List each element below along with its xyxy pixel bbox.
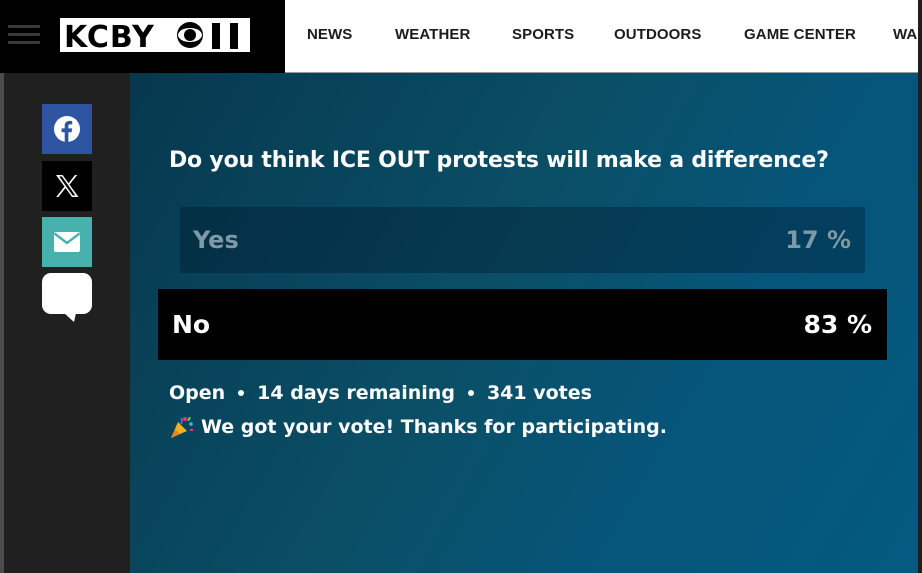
poll-remaining: 14 days remaining <box>257 382 455 404</box>
facebook-share-button[interactable] <box>42 104 92 154</box>
option-percent: 17 % <box>785 226 851 254</box>
option-label: No <box>172 310 211 339</box>
email-icon <box>53 232 81 252</box>
nav-outdoors[interactable]: OUTDOORS <box>614 26 701 43</box>
option-label: Yes <box>193 226 239 254</box>
poll-meta: Open 14 days remaining 341 votes <box>169 382 592 404</box>
poll-votes: 341 votes <box>486 382 592 404</box>
x-share-button[interactable] <box>42 161 92 211</box>
nav-sports[interactable]: SPORTS <box>512 26 574 43</box>
thanks-text: We got your vote! Thanks for participati… <box>201 416 667 438</box>
nav-game-center[interactable]: GAME CENTER <box>744 26 856 43</box>
poll-option-yes[interactable]: Yes 17 % <box>180 207 865 273</box>
option-percent: 83 % <box>803 310 872 339</box>
poll-question: Do you think ICE OUT protests will make … <box>169 148 829 173</box>
comment-button[interactable] <box>42 273 92 323</box>
poll-option-no[interactable]: No 83 % <box>158 289 887 360</box>
kcby-logo[interactable]: KCBY <box>60 18 250 52</box>
nav-watch[interactable]: WA <box>893 26 917 43</box>
facebook-icon <box>54 116 80 142</box>
poll-thanks: We got your vote! Thanks for participati… <box>169 414 667 440</box>
svg-text:KCBY: KCBY <box>64 20 155 52</box>
hamburger-menu-icon[interactable] <box>8 25 40 45</box>
poll-status: Open <box>169 382 226 404</box>
comment-icon <box>42 273 92 322</box>
nav-news[interactable]: NEWS <box>307 26 352 43</box>
site-header: KCBY NEWS WEATHER SPORTS OUTDOORS GAME C… <box>0 0 922 73</box>
x-icon <box>56 175 79 197</box>
party-popper-icon <box>171 416 193 438</box>
main-nav: NEWS WEATHER SPORTS OUTDOORS GAME CENTER… <box>285 0 922 73</box>
page-edge <box>918 0 922 573</box>
separator-dot <box>238 390 245 396</box>
email-share-button[interactable] <box>42 217 92 267</box>
brand-area: KCBY <box>0 0 285 73</box>
separator-dot <box>467 390 474 396</box>
nav-weather[interactable]: WEATHER <box>395 26 470 43</box>
